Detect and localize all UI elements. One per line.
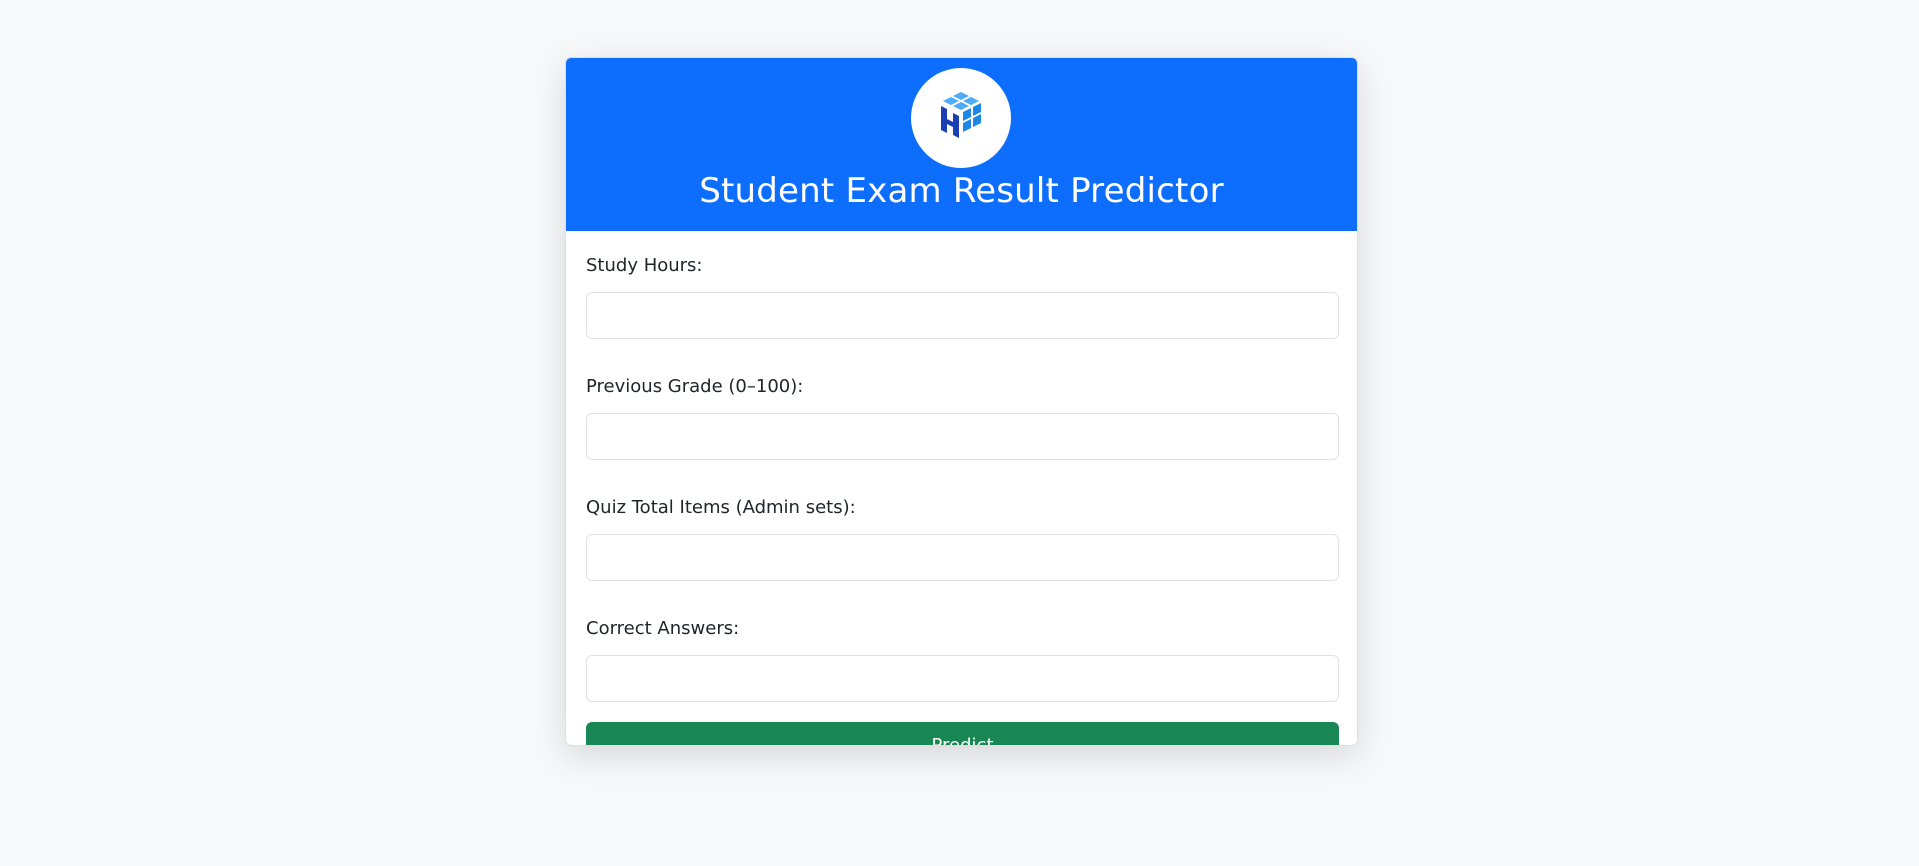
predict-button[interactable]: Predict [586,722,1339,745]
quiz-total-items-label: Quiz Total Items (Admin sets): [586,497,856,518]
card-header: Student Exam Result Predictor [566,58,1357,231]
study-hours-label: Study Hours: [586,255,703,276]
correct-answers-label: Correct Answers: [586,618,740,639]
previous-grade-input[interactable] [586,413,1339,460]
numpy-logo-icon [911,68,1011,168]
study-hours-input[interactable] [586,292,1339,339]
correct-answers-input[interactable] [586,655,1339,702]
previous-grade-label: Previous Grade (0–100): [586,376,804,397]
page-title: Student Exam Result Predictor [699,171,1224,211]
predictor-card: Student Exam Result Predictor Study Hour… [565,57,1358,746]
quiz-total-items-input[interactable] [586,534,1339,581]
prediction-form: Study Hours: Previous Grade (0–100): Qui… [566,231,1357,745]
